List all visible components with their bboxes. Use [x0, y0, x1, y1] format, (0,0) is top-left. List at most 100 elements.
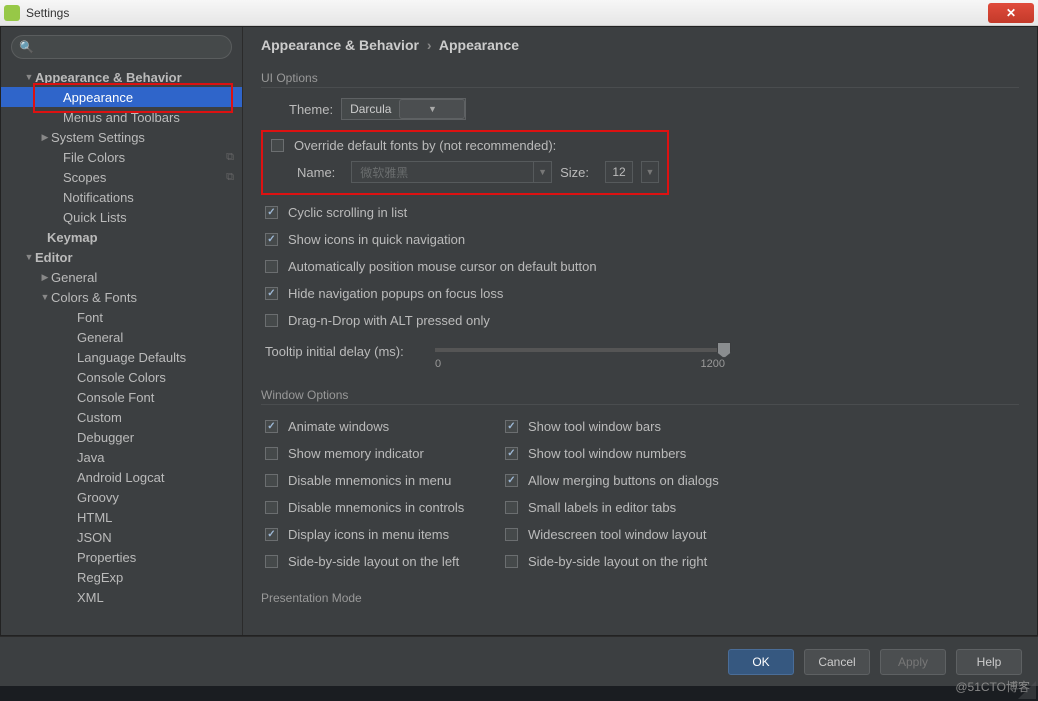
tree-item[interactable]: Android Logcat — [1, 467, 242, 487]
tree-item-label: Colors & Fonts — [51, 290, 234, 305]
tooltip-delay-slider[interactable]: 0 1200 — [435, 344, 725, 370]
close-button[interactable]: ✕ — [988, 3, 1034, 23]
checkbox[interactable] — [505, 447, 518, 460]
tree-item-label: Font — [77, 310, 234, 325]
cancel-button[interactable]: Cancel — [804, 649, 870, 675]
tree-item[interactable]: Menus and Toolbars — [1, 107, 242, 127]
override-fonts-group: Override default fonts by (not recommend… — [261, 130, 669, 195]
tree-item-label: Android Logcat — [77, 470, 234, 485]
checkbox-label: Side-by-side layout on the right — [528, 554, 707, 569]
tree-item-label: System Settings — [51, 130, 234, 145]
tree-item[interactable]: ▶General — [1, 267, 242, 287]
tree-item[interactable]: File Colors⧉ — [1, 147, 242, 167]
checkbox-label: Animate windows — [288, 419, 389, 434]
size-dropdown[interactable]: ▼ — [641, 161, 659, 183]
theme-combo[interactable]: Darcula ▼ — [341, 98, 466, 120]
checkbox[interactable] — [265, 555, 278, 568]
tree-item-label: Editor — [35, 250, 234, 265]
checkbox-label: Show memory indicator — [288, 446, 424, 461]
tree-item[interactable]: ▼Colors & Fonts — [1, 287, 242, 307]
checkbox-label: Drag-n-Drop with ALT pressed only — [288, 313, 490, 328]
help-button[interactable]: Help — [956, 649, 1022, 675]
tree-item[interactable]: HTML — [1, 507, 242, 527]
tree-item[interactable]: Language Defaults — [1, 347, 242, 367]
tree-item-label: Java — [77, 450, 234, 465]
tree-item[interactable]: Console Colors — [1, 367, 242, 387]
sidebar: 🔍 ▼Appearance & BehaviorAppearanceMenus … — [1, 27, 243, 635]
tree-item[interactable]: Quick Lists — [1, 207, 242, 227]
checkbox[interactable] — [265, 314, 278, 327]
checkbox[interactable] — [265, 501, 278, 514]
tree-item[interactable]: ▼Editor — [1, 247, 242, 267]
slider-thumb-icon[interactable] — [717, 342, 731, 358]
checkbox-label: Show icons in quick navigation — [288, 232, 465, 247]
checkbox[interactable] — [265, 287, 278, 300]
expand-arrow-icon: ▼ — [23, 72, 35, 82]
tree-item-label: JSON — [77, 530, 234, 545]
tree-item[interactable]: XML — [1, 587, 242, 607]
tree-item-label: Language Defaults — [77, 350, 234, 365]
checkbox[interactable] — [265, 528, 278, 541]
tree-item[interactable]: Custom — [1, 407, 242, 427]
font-size-label: Size: — [560, 165, 589, 180]
tree-item[interactable]: Notifications — [1, 187, 242, 207]
ok-button[interactable]: OK — [728, 649, 794, 675]
expand-arrow-icon: ▶ — [39, 272, 51, 283]
override-fonts-checkbox[interactable] — [271, 139, 284, 152]
font-name-combo[interactable]: 微软雅黑 ▼ — [351, 161, 552, 183]
checkbox[interactable] — [265, 206, 278, 219]
tree-item-label: Notifications — [63, 190, 234, 205]
checkbox[interactable] — [505, 555, 518, 568]
tree-item[interactable]: Console Font — [1, 387, 242, 407]
checkbox[interactable] — [265, 420, 278, 433]
checkbox-label: Allow merging buttons on dialogs — [528, 473, 719, 488]
tree-item-label: XML — [77, 590, 234, 605]
tree-item-label: Scopes — [63, 170, 222, 185]
chevron-down-icon: ▼ — [533, 162, 551, 182]
tree-item[interactable]: Properties — [1, 547, 242, 567]
checkbox-label: Show tool window bars — [528, 419, 661, 434]
tree-item[interactable]: JSON — [1, 527, 242, 547]
checkbox-label: Display icons in menu items — [288, 527, 449, 542]
tree-item[interactable]: ▼Appearance & Behavior — [1, 67, 242, 87]
expand-arrow-icon: ▶ — [39, 132, 51, 143]
resize-grip-icon[interactable] — [1018, 681, 1036, 699]
font-size-input[interactable] — [605, 161, 633, 183]
checkbox[interactable] — [505, 420, 518, 433]
tree-item-label: File Colors — [63, 150, 222, 165]
tooltip-delay-label: Tooltip initial delay (ms): — [265, 344, 435, 359]
checkbox[interactable] — [505, 474, 518, 487]
tree-item[interactable]: Font — [1, 307, 242, 327]
dialog-body: 🔍 ▼Appearance & BehaviorAppearanceMenus … — [0, 26, 1038, 636]
tree-item-label: HTML — [77, 510, 234, 525]
checkbox[interactable] — [265, 260, 278, 273]
tree-item[interactable]: Scopes ⧉ — [1, 167, 242, 187]
checkbox[interactable] — [265, 233, 278, 246]
expand-arrow-icon: ▼ — [39, 292, 51, 302]
tree-item[interactable]: ▶System Settings — [1, 127, 242, 147]
tree-item[interactable]: Appearance — [1, 87, 242, 107]
font-name-label: Name: — [297, 165, 335, 180]
tree-item-label: General — [51, 270, 234, 285]
tree-item[interactable]: Java — [1, 447, 242, 467]
tree-item[interactable]: RegExp — [1, 567, 242, 587]
checkbox-label: Cyclic scrolling in list — [288, 205, 407, 220]
tree-item[interactable]: Debugger — [1, 427, 242, 447]
tree-item-label: Appearance & Behavior — [35, 70, 234, 85]
chevron-down-icon: ▼ — [399, 99, 465, 119]
checkbox[interactable] — [505, 528, 518, 541]
checkbox[interactable] — [505, 501, 518, 514]
settings-tree[interactable]: ▼Appearance & BehaviorAppearanceMenus an… — [1, 67, 242, 635]
tree-item[interactable]: Groovy — [1, 487, 242, 507]
tree-item[interactable]: Keymap — [1, 227, 242, 247]
tree-item-label: Custom — [77, 410, 234, 425]
scope-icon: ⧉ — [226, 171, 234, 184]
tree-item-label: Console Font — [77, 390, 234, 405]
tree-item[interactable]: General — [1, 327, 242, 347]
checkbox[interactable] — [265, 474, 278, 487]
apply-button[interactable]: Apply — [880, 649, 946, 675]
checkbox[interactable] — [265, 447, 278, 460]
search-input[interactable] — [11, 35, 232, 59]
dialog-footer: OK Cancel Apply Help — [0, 636, 1038, 686]
ui-options-heading: UI Options — [261, 71, 1019, 88]
